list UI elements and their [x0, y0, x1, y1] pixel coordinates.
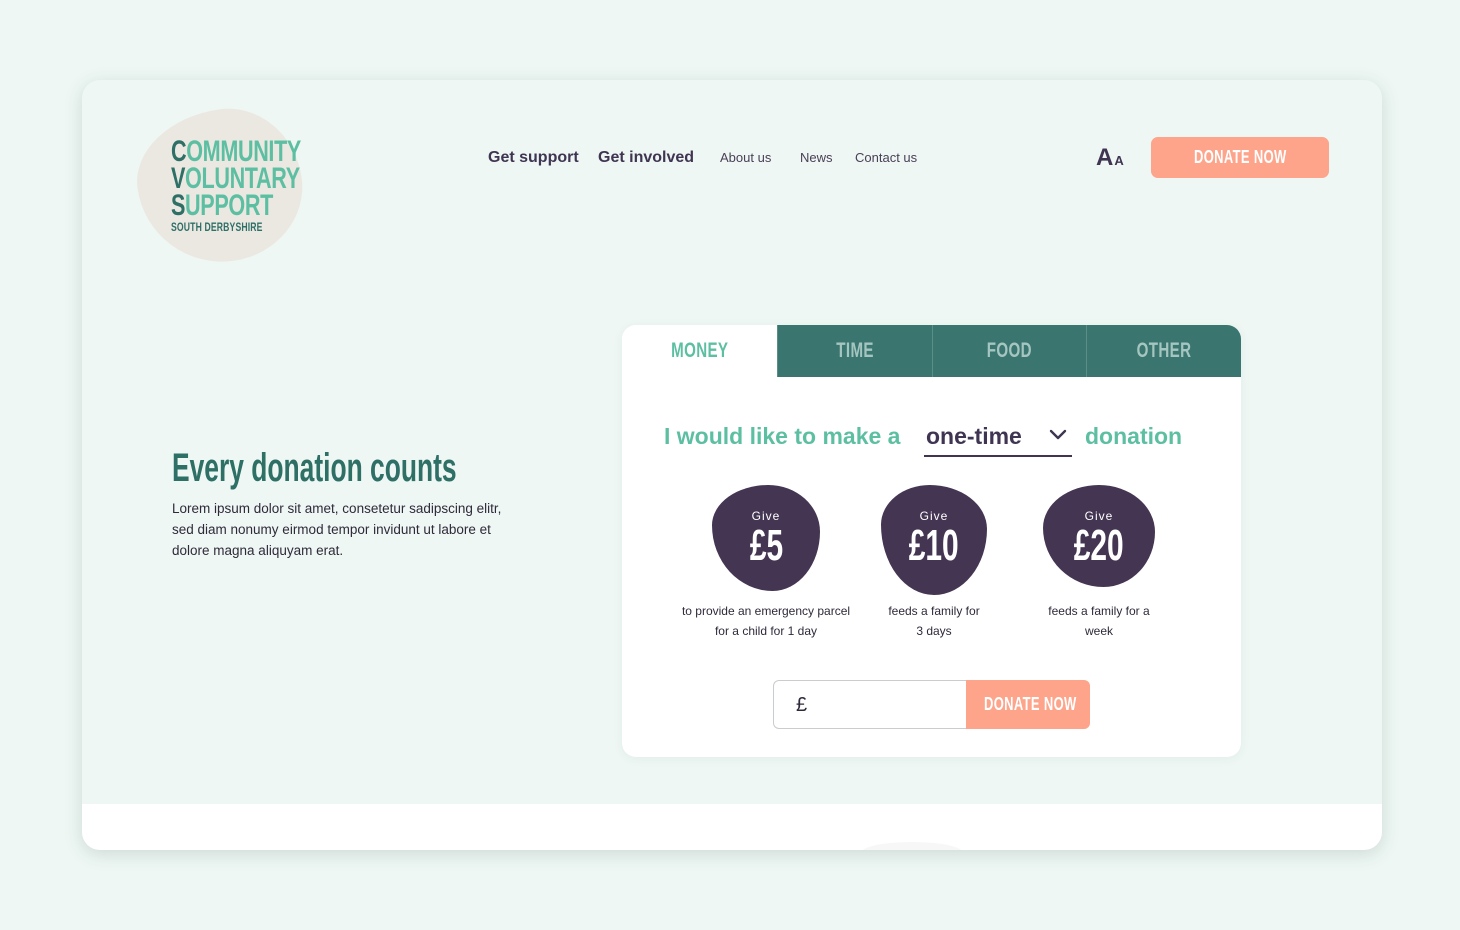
give-amount: £5	[749, 521, 783, 570]
nav-get-support[interactable]: Get support	[488, 148, 579, 168]
header-donate-button[interactable]: DONATE NOW	[1151, 137, 1329, 178]
logo-line-voluntary: VOLUNTARY	[171, 162, 300, 195]
give-description: to provide an emergency parcel for a chi…	[681, 604, 851, 638]
hero-body: Lorem ipsum dolor sit amet, consetetur s…	[172, 501, 502, 558]
page-frame: COMMUNITY VOLUNTARY SUPPORT SOUTH DERBYS…	[82, 80, 1382, 850]
nav-contact-us[interactable]: Contact us	[855, 148, 917, 168]
font-size-small-icon: A	[1114, 153, 1124, 168]
footer-strip	[82, 804, 1382, 850]
sentence-suffix: donation	[1085, 423, 1183, 449]
tab-other[interactable]: OTHER	[1086, 325, 1241, 377]
give-blob: Give £10	[881, 485, 987, 595]
give-blob: Give £20	[1043, 485, 1155, 587]
give-option-20[interactable]: Give £20 feeds a family for a week	[1024, 485, 1174, 645]
currency-symbol: £	[796, 694, 808, 716]
tab-money[interactable]: MONEY	[622, 325, 777, 377]
logo-subtitle: SOUTH DERBYSHIRE	[171, 220, 263, 234]
tab-food[interactable]: FOOD	[932, 325, 1086, 377]
card-donate-button[interactable]: DONATE NOW	[966, 680, 1090, 729]
give-amount: £10	[909, 521, 959, 570]
nav-about-us[interactable]: About us	[720, 148, 771, 168]
logo-line-support: SUPPORT	[171, 189, 273, 222]
card-donate-label: DONATE NOW	[984, 694, 1077, 714]
donation-card: MONEY TIME FOOD OTHER I would like to ma…	[622, 325, 1241, 757]
site-logo[interactable]: COMMUNITY VOLUNTARY SUPPORT SOUTH DERBYS…	[128, 99, 312, 273]
give-option-10[interactable]: Give £10 feeds a family for 3 days	[859, 485, 1009, 645]
give-description: feeds a family for 3 days	[888, 604, 980, 638]
give-blob: Give £5	[712, 485, 820, 591]
amount-input[interactable]: £	[773, 680, 966, 729]
nav-news[interactable]: News	[800, 148, 833, 168]
chevron-down-icon	[1049, 429, 1067, 440]
donation-tabs: MONEY TIME FOOD OTHER	[622, 325, 1241, 377]
give-option-5[interactable]: Give £5 to provide an emergency parcel f…	[682, 485, 850, 645]
font-size-toggle[interactable]: AA	[1096, 144, 1124, 172]
tab-time[interactable]: TIME	[777, 325, 932, 377]
custom-amount-row: £ DONATE NOW	[773, 680, 1090, 729]
font-size-large-icon: A	[1096, 144, 1114, 171]
donation-sentence: I would like to make a one-time donation	[664, 421, 1204, 457]
frequency-dropdown[interactable]: one-time	[924, 421, 1072, 457]
hero-title: Every donation counts	[172, 446, 457, 490]
give-description: feeds a family for a week	[1048, 604, 1150, 638]
header-donate-label: DONATE NOW	[1193, 147, 1287, 167]
nav-get-involved[interactable]: Get involved	[598, 148, 694, 168]
frequency-value: one-time	[926, 423, 1022, 449]
sentence-prefix: I would like to make a	[664, 423, 901, 449]
give-amount: £20	[1074, 521, 1124, 570]
